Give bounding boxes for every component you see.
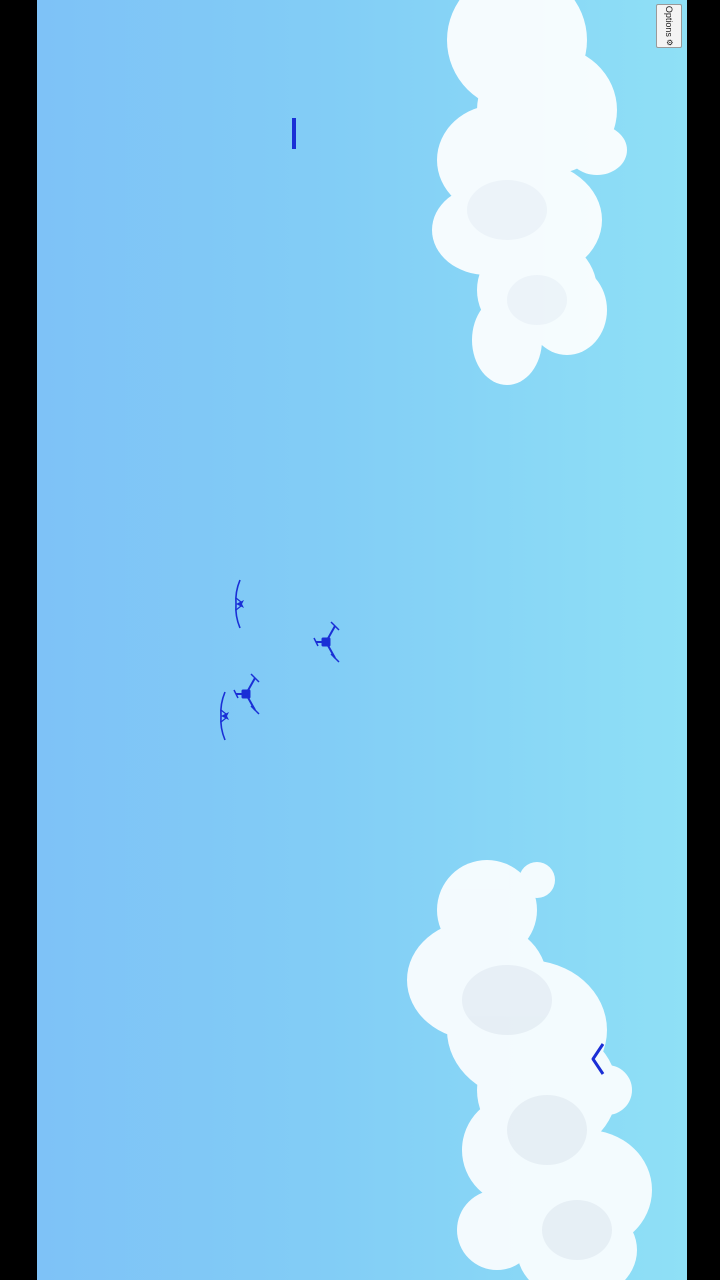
options-button[interactable]: Options ⚙ [656, 4, 682, 48]
game-screen: Options ⚙ [0, 0, 720, 1280]
bird-flying-icon[interactable] [232, 578, 248, 630]
drone-icon[interactable] [233, 672, 261, 716]
drone-icon[interactable] [313, 620, 341, 664]
bird-flying-icon[interactable] [217, 690, 233, 742]
options-label-group: Options ⚙ [664, 6, 674, 46]
sky-background[interactable] [37, 0, 687, 1280]
cloud-top [432, 0, 627, 385]
options-label: Options [664, 5, 674, 37]
score-marker [292, 118, 296, 149]
cloud-bottom [407, 860, 652, 1280]
chevron-left-icon[interactable] [590, 1042, 606, 1076]
gear-icon: ⚙ [665, 38, 674, 47]
